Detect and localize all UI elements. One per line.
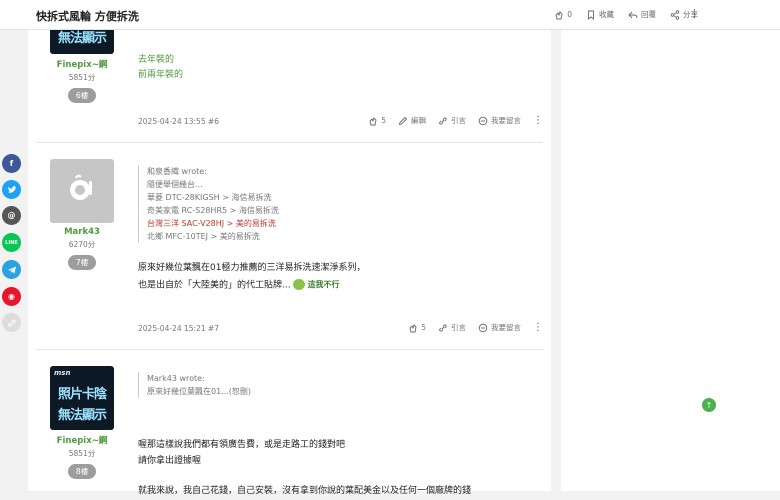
post-line: 喔那這樣說我們都有領廣告費，或是走路工的錢對吧 xyxy=(138,440,346,450)
like-count: 5 xyxy=(381,116,386,125)
post-footer: 2025-04-24 15:21 #7 5 引言 我要留言 ⋮ xyxy=(138,322,543,334)
link-icon[interactable] xyxy=(2,313,21,332)
post-list: 無法顯示 Finepix~鋼 5851分 6樓 去年裝的 前兩年裝的 2025-… xyxy=(28,22,551,496)
scroll-top-icon[interactable]: ↑ xyxy=(702,398,716,412)
post-date: 2025-04-24 13:55 #6 xyxy=(138,117,220,126)
top-bar: 快拆式風輪 方便拆洗 0 收藏 回覆 分享 ⋮ xyxy=(0,0,780,30)
edit-label: 編輯 xyxy=(411,116,426,125)
quote-head: Mark43 wrote: xyxy=(147,374,205,383)
post-line: 去年裝的 xyxy=(138,55,175,65)
clap-icon xyxy=(554,10,564,20)
quote-block: 和泉香織 wrote: 隨便舉個幾台... 華菱 DTC-28KIGSH > 海… xyxy=(138,165,538,243)
post-divider xyxy=(36,142,543,143)
quote-line: 奇美家電 RC-S28HR5 > 海信易拆洗 xyxy=(147,206,279,215)
pencil-icon xyxy=(398,116,408,126)
author-name[interactable]: Finepix~鋼 xyxy=(50,58,114,70)
telegram-icon[interactable] xyxy=(2,260,21,279)
page-title: 快拆式風輪 方便拆洗 xyxy=(36,10,139,23)
avatar-text: 照片卡陰 xyxy=(57,387,107,402)
quote-line: 原來好幾位葉飄在01...(恕刪) xyxy=(147,387,252,396)
quote-button[interactable]: 引言 xyxy=(438,322,466,333)
avatar[interactable]: msn 照片卡陰 無法顯示 xyxy=(50,366,114,430)
quote-line-highlight: 台灣三洋 SAC-V28HJ > 美的易拆洗 xyxy=(147,219,276,228)
post-content: Mark43 wrote: 原來好幾位葉飄在01...(恕刪) 喔那這樣說我們都… xyxy=(138,372,538,500)
quote-line: 隨便舉個幾台... xyxy=(147,180,203,189)
post-content: 和泉香織 wrote: 隨便舉個幾台... 華菱 DTC-28KIGSH > 海… xyxy=(138,165,538,293)
quote-button[interactable]: 引言 xyxy=(438,115,466,126)
quote-head: 和泉香織 wrote: xyxy=(147,167,207,176)
author-score: 5851分 xyxy=(68,73,96,82)
comment-button[interactable]: 我要留言 xyxy=(478,322,521,333)
like-count: 0 xyxy=(567,10,572,19)
author-score: 6270分 xyxy=(68,240,96,249)
weibo-icon[interactable]: ◉ xyxy=(2,287,21,306)
bookmark-icon xyxy=(586,10,596,20)
post-date: 2025-04-24 15:21 #7 xyxy=(138,324,220,333)
post-author: Mark43 6270分 7樓 xyxy=(50,159,114,270)
sticker: 這我不行 xyxy=(293,277,339,293)
clap-icon xyxy=(368,116,378,126)
like-button[interactable]: 5 xyxy=(368,116,386,126)
like-count: 5 xyxy=(421,323,426,332)
more-menu-icon[interactable]: ⋮ xyxy=(689,7,700,20)
post-divider xyxy=(36,349,543,350)
floor-badge: 6樓 xyxy=(67,88,97,103)
reply-icon xyxy=(628,10,638,20)
quote-block: Mark43 wrote: 原來好幾位葉飄在01...(恕刪) xyxy=(138,372,538,398)
quote-line: 華菱 DTC-28KIGSH > 海信易拆洗 xyxy=(147,193,272,202)
author-score: 5851分 xyxy=(68,449,96,458)
header-actions: 0 收藏 回覆 分享 xyxy=(554,9,698,20)
link-quote-icon xyxy=(438,323,448,333)
like-button[interactable]: 5 xyxy=(408,323,426,333)
favorite-button[interactable]: 收藏 xyxy=(586,9,614,20)
post-content: 去年裝的 前兩年裝的 xyxy=(138,53,538,83)
share-icon xyxy=(670,9,680,20)
like-button[interactable]: 0 xyxy=(554,9,572,20)
favorite-label: 收藏 xyxy=(599,10,614,19)
floor-badge: 7樓 xyxy=(67,255,97,270)
avatar-text: 無法顯示 xyxy=(57,408,107,423)
post-more-icon[interactable]: ⋮ xyxy=(533,115,543,126)
quote-line: 北鄉 MFC-10TEJ > 美的易拆洗 xyxy=(147,232,260,241)
default-avatar-icon xyxy=(65,172,99,210)
avatar-logo: msn xyxy=(54,369,71,377)
author-name[interactable]: Finepix~鋼 xyxy=(50,434,114,446)
post-line: 就我來說，我自己花錢，自己安裝，沒有拿到你說的葉配美金以及任何一個廠牌的錢 xyxy=(138,486,472,496)
comment-button[interactable]: 我要留言 xyxy=(478,115,521,126)
right-sidebar xyxy=(561,30,780,491)
post-line: 請你拿出證據喔 xyxy=(138,455,202,466)
threads-icon[interactable]: @ xyxy=(2,206,21,225)
post-more-icon[interactable]: ⋮ xyxy=(533,322,543,333)
post-line: 也是出自於「大陸美的」的代工貼牌... 這我不行 xyxy=(138,277,538,294)
post-line-blank xyxy=(138,469,538,484)
post-line: 前兩年裝的 xyxy=(138,70,184,80)
post-author: 無法顯示 Finepix~鋼 5851分 6樓 xyxy=(50,22,114,103)
sticker-face-icon xyxy=(293,278,306,290)
comment-label: 我要留言 xyxy=(491,116,521,125)
quote-label: 引言 xyxy=(451,323,466,332)
edit-button[interactable]: 編輯 xyxy=(398,115,426,126)
quote-label: 引言 xyxy=(451,116,466,125)
comment-icon xyxy=(478,116,488,126)
sticker-text: 這我不行 xyxy=(307,279,340,289)
post-footer: 2025-04-24 13:55 #6 5 編輯 引言 我要留言 ⋮ xyxy=(138,115,543,127)
reply-button[interactable]: 回覆 xyxy=(628,9,656,20)
link-quote-icon xyxy=(438,116,448,126)
comment-icon xyxy=(478,323,488,333)
post-author: msn 照片卡陰 無法顯示 Finepix~鋼 5851分 8樓 xyxy=(50,366,114,479)
twitter-icon[interactable] xyxy=(2,180,21,199)
author-name[interactable]: Mark43 xyxy=(50,227,114,237)
avatar[interactable] xyxy=(50,159,114,223)
reply-label: 回覆 xyxy=(641,10,656,19)
post-line-text: 也是出自於「大陸美的」的代工貼牌... xyxy=(138,279,291,290)
line-icon[interactable]: LINE xyxy=(2,233,21,252)
comment-label: 我要留言 xyxy=(491,323,521,332)
floor-badge: 8樓 xyxy=(67,464,97,479)
clap-icon xyxy=(408,323,418,333)
post-line: 原來好幾位葉飄在01極力推薦的三洋易拆洗速潔淨系列， xyxy=(138,263,366,273)
facebook-icon[interactable]: f xyxy=(2,154,21,173)
